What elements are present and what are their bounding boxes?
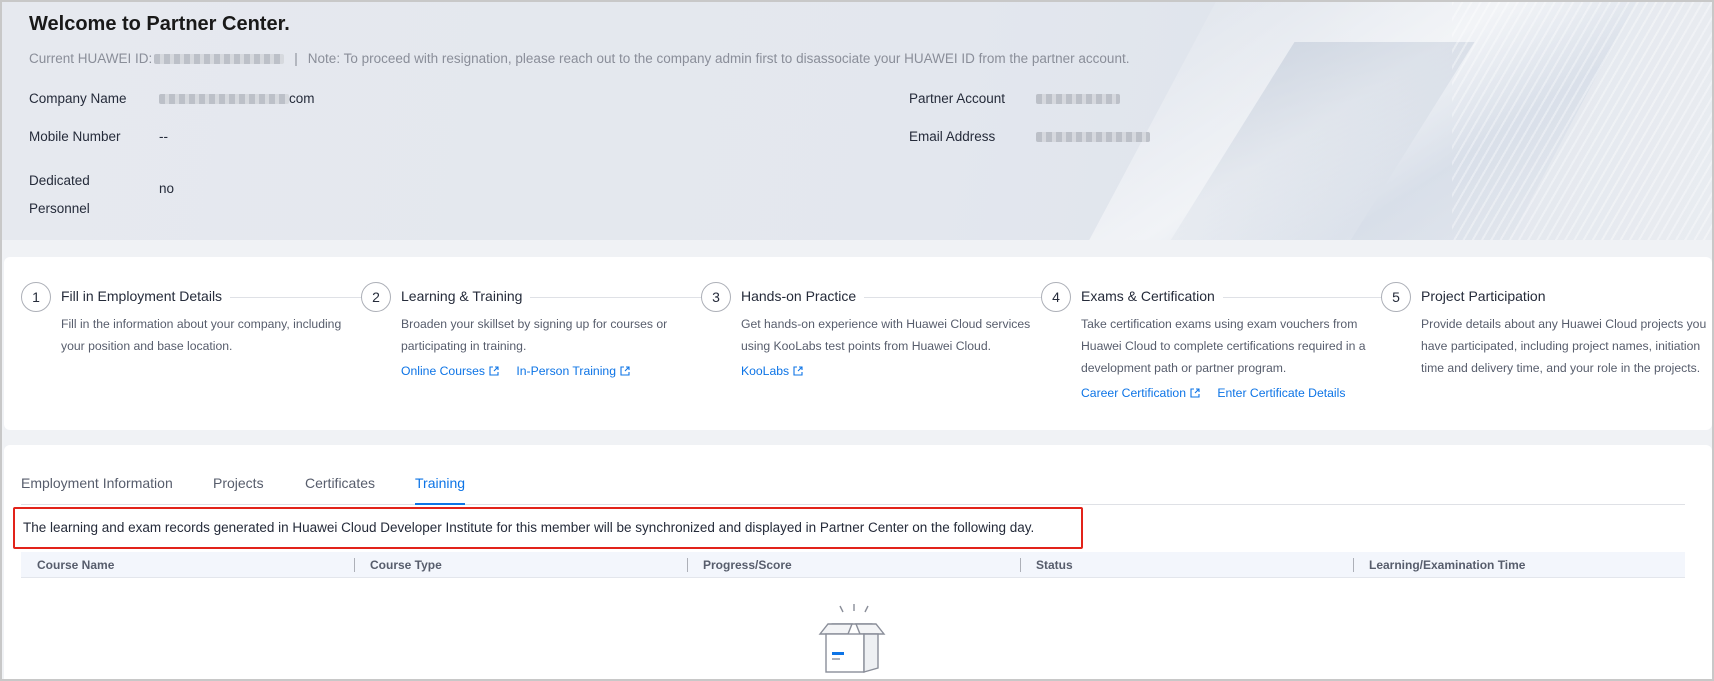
mobile-number-value: -- xyxy=(159,129,168,144)
partner-account-value xyxy=(1036,91,1120,106)
welcome-banner: Welcome to Partner Center. Current HUAWE… xyxy=(2,2,1712,240)
resignation-note: Note: To proceed with resignation, pleas… xyxy=(307,51,1130,66)
step-description: Provide details about any Huawei Cloud p… xyxy=(1421,317,1707,375)
step-title: Project Participation xyxy=(1421,288,1554,304)
link-label: Career Certification xyxy=(1081,386,1186,400)
sync-notice: The learning and exam records generated … xyxy=(13,507,1083,549)
in-person-training-link[interactable]: In-Person Training xyxy=(516,364,630,378)
column-progress-score: Progress/Score xyxy=(687,552,1020,578)
link-label: In-Person Training xyxy=(516,364,616,378)
company-name-value: com xyxy=(159,91,315,106)
empty-box-icon xyxy=(818,604,886,673)
step-links: Career Certification Enter Certificate D… xyxy=(1081,386,1359,400)
email-address-label: Email Address xyxy=(909,129,996,144)
step-number: 3 xyxy=(701,282,731,312)
step-links: Online Courses In-Person Training xyxy=(401,364,644,378)
page-title: Welcome to Partner Center. xyxy=(29,13,290,35)
online-courses-link[interactable]: Online Courses xyxy=(401,364,499,378)
tab-employment-information[interactable]: Employment Information xyxy=(21,475,173,505)
step-links: KooLabs xyxy=(741,364,817,378)
career-certification-link[interactable]: Career Certification xyxy=(1081,386,1200,400)
column-status: Status xyxy=(1020,552,1353,578)
column-course-name: Course Name xyxy=(37,558,115,572)
email-address-redacted xyxy=(1036,132,1150,143)
column-course-type: Course Type xyxy=(354,552,687,578)
company-name-redacted xyxy=(159,94,289,105)
separator: | xyxy=(294,51,298,66)
external-link-icon xyxy=(793,366,803,376)
enter-certificate-details-link[interactable]: Enter Certificate Details xyxy=(1217,386,1345,400)
step-title: Exams & Certification xyxy=(1081,288,1223,304)
tab-certificates[interactable]: Certificates xyxy=(305,475,375,505)
mobile-number-label: Mobile Number xyxy=(29,129,121,144)
huawei-id-value-redacted xyxy=(154,54,285,65)
tab-bar: Employment Information Projects Certific… xyxy=(21,475,1685,505)
huawei-id-line: Current HUAWEI ID: | Note: To proceed with… xyxy=(29,51,1129,66)
partner-account-label: Partner Account xyxy=(909,91,1006,106)
dedicated-label-line2: Personnel xyxy=(29,201,90,216)
email-address-value xyxy=(1036,129,1150,144)
step-number: 5 xyxy=(1381,282,1411,312)
step-title: Fill in Employment Details xyxy=(61,288,231,304)
tab-training[interactable]: Training xyxy=(415,475,466,505)
dedicated-label-line1: Dedicated xyxy=(29,173,90,188)
external-link-icon xyxy=(489,366,499,376)
external-link-icon xyxy=(620,366,630,376)
step-number: 4 xyxy=(1041,282,1071,312)
step-number: 1 xyxy=(21,282,51,312)
banner-stripes xyxy=(1452,2,1712,240)
step-title: Learning & Training xyxy=(401,288,531,304)
dedicated-personnel-value: no xyxy=(159,181,175,196)
tab-projects[interactable]: Projects xyxy=(213,475,264,505)
step-number: 2 xyxy=(361,282,391,312)
dedicated-personnel-label: Dedicated Personnel xyxy=(29,167,90,223)
step-title: Hands-on Practice xyxy=(741,288,865,304)
onboarding-steps: 1 Fill in Employment Details Fill in the… xyxy=(4,257,1712,430)
link-label: KooLabs xyxy=(741,364,790,378)
step-description: Take certification exams using exam vouc… xyxy=(1081,317,1366,375)
step-description: Fill in the information about your compa… xyxy=(61,317,342,353)
huawei-id-label: Current HUAWEI ID: xyxy=(29,51,153,66)
member-details-panel: Employment Information Projects Certific… xyxy=(4,445,1712,679)
step-description: Broaden your skillset by signing up for … xyxy=(401,317,668,353)
link-label: Online Courses xyxy=(401,364,485,378)
column-learning-examination-time: Learning/Examination Time xyxy=(1353,552,1685,578)
step-description: Get hands-on experience with Huawei Clou… xyxy=(741,317,1031,353)
company-name-label: Company Name xyxy=(29,91,127,106)
page-frame: Welcome to Partner Center. Current HUAWE… xyxy=(0,0,1714,681)
partner-account-redacted xyxy=(1036,94,1120,105)
koolabs-link[interactable]: KooLabs xyxy=(741,364,803,378)
company-name-suffix: com xyxy=(289,91,315,106)
external-link-icon xyxy=(1190,388,1200,398)
training-table-header: Course Name Course Type Progress/Score S… xyxy=(21,552,1685,578)
